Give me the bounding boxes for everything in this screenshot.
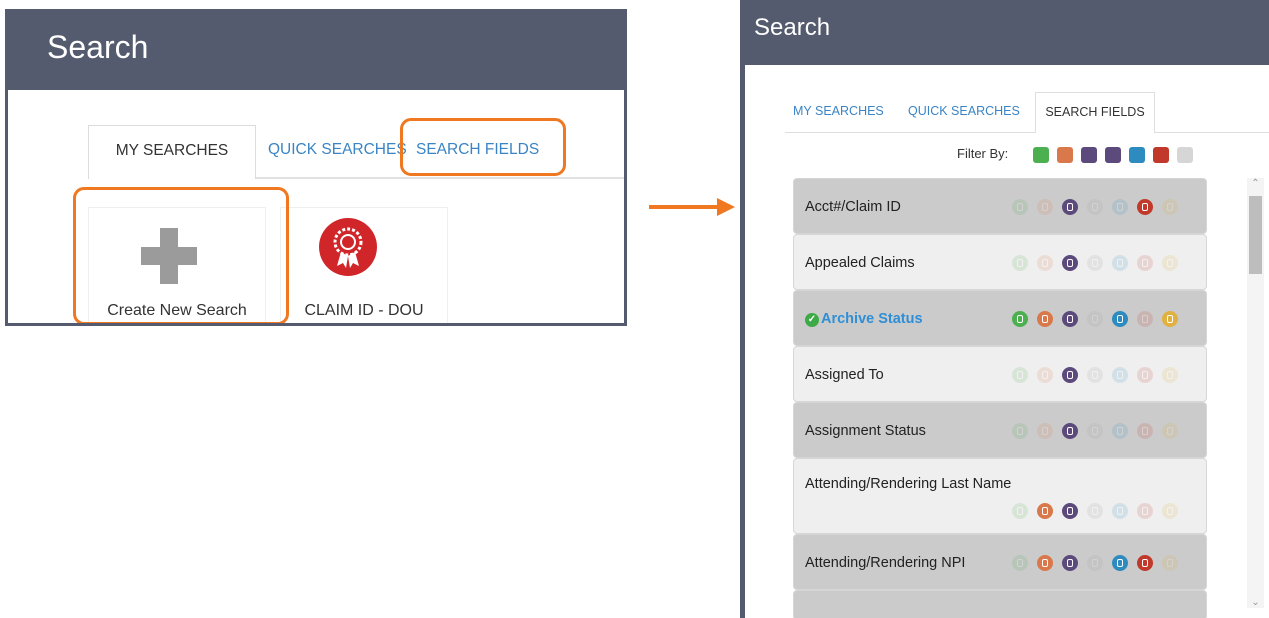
- check-icon[interactable]: [1033, 147, 1049, 163]
- check-light-icon: [1162, 423, 1178, 439]
- folder-blue-icon: [1112, 367, 1128, 383]
- clipboard-icon[interactable]: [1105, 147, 1121, 163]
- scroll-down-icon[interactable]: ⌄: [1247, 597, 1264, 608]
- folder-icon: [1037, 555, 1053, 571]
- document-icon: [1062, 311, 1078, 327]
- folder-blue-icon: [1112, 311, 1128, 327]
- arrow-icon: [649, 205, 719, 209]
- folder-icon[interactable]: [1057, 147, 1073, 163]
- my-searches-panel: Search MY SEARCHES QUICK SEARCHES SEARCH…: [5, 9, 627, 326]
- scrollbar-thumb[interactable]: [1249, 196, 1262, 274]
- filter-label: Filter By:: [957, 146, 1009, 161]
- folder-icon: [1037, 311, 1053, 327]
- dollar-icon: [1137, 367, 1153, 383]
- create-new-search-highlight: [73, 187, 289, 323]
- search-field-row[interactable]: Attending/Rendering Last Name: [793, 458, 1207, 534]
- search-field-label: ✓ Archive Status: [805, 311, 923, 327]
- check-light-icon: [1162, 367, 1178, 383]
- document-icon: [1062, 255, 1078, 271]
- saved-search-tile[interactable]: CLAIM ID - DOU: [280, 207, 448, 323]
- clipboard-icon: [1087, 423, 1103, 439]
- check-light-icon: [1162, 255, 1178, 271]
- check-icon: [1012, 199, 1028, 215]
- clipboard-icon: [1087, 503, 1103, 519]
- dollar-icon: [1137, 311, 1153, 327]
- clipboard-icon: [1087, 555, 1103, 571]
- check-icon: [1012, 423, 1028, 439]
- document-icon[interactable]: [1081, 147, 1097, 163]
- folder-blue-icon: [1112, 503, 1128, 519]
- search-field-label: Appealed Claims: [805, 255, 915, 271]
- document-icon: [1062, 199, 1078, 215]
- dollar-icon: [1137, 503, 1153, 519]
- search-field-label: Acct#/Claim ID: [805, 199, 901, 215]
- document-icon: [1062, 423, 1078, 439]
- search-field-row[interactable]: Attending/Rendering NPI: [793, 534, 1207, 590]
- selected-check-icon: ✓: [805, 313, 819, 327]
- clipboard-icon: [1087, 367, 1103, 383]
- scroll-up-icon[interactable]: ⌃: [1247, 178, 1264, 189]
- folder-blue-icon: [1112, 423, 1128, 439]
- search-field-label: Attending/Rendering Last Name: [805, 476, 1012, 492]
- tab-quick-searches[interactable]: QUICK SEARCHES: [268, 125, 407, 177]
- search-field-label: Assigned To: [805, 367, 884, 383]
- folder-icon: [1037, 503, 1053, 519]
- dollar-icon: [1137, 555, 1153, 571]
- page-title: Search: [745, 0, 1269, 65]
- document-icon: [1062, 555, 1078, 571]
- dollar-icon: [1137, 199, 1153, 215]
- search-field-row[interactable]: Appealed Claims: [793, 234, 1207, 290]
- folder-blue-icon: [1112, 555, 1128, 571]
- check-icon: [1012, 503, 1028, 519]
- check-icon: [1012, 255, 1028, 271]
- award-ribbon-icon: [319, 218, 377, 276]
- tab-my-searches[interactable]: MY SEARCHES: [88, 125, 256, 179]
- arrow-head-icon: [717, 198, 735, 216]
- check-icon: [1012, 367, 1028, 383]
- scrollbar[interactable]: ⌃ ⌄: [1247, 178, 1264, 608]
- search-fields-panel: Search MY SEARCHES QUICK SEARCHES SEARCH…: [740, 0, 1269, 618]
- dollar-icon[interactable]: [1153, 147, 1169, 163]
- check-light-icon: [1162, 199, 1178, 215]
- search-field-label: Assignment Status: [805, 423, 926, 439]
- page-title: Search: [8, 12, 624, 90]
- dollar-icon: [1137, 423, 1153, 439]
- search-field-row[interactable]: Acct#/Claim ID: [793, 178, 1207, 234]
- check-light-icon: [1162, 311, 1178, 327]
- search-tabs: MY SEARCHES QUICK SEARCHES SEARCH FIELDS: [785, 92, 1269, 133]
- check-icon: [1012, 311, 1028, 327]
- filter-bar: Filter By:: [785, 145, 1217, 165]
- dollar-icon: [1137, 255, 1153, 271]
- folder-icon: [1037, 423, 1053, 439]
- clipboard-icon: [1087, 311, 1103, 327]
- folder-blue-icon[interactable]: [1129, 147, 1145, 163]
- folder-icon: [1037, 255, 1053, 271]
- folder-blue-icon: [1112, 199, 1128, 215]
- search-field-label: Attending/Rendering NPI: [805, 555, 966, 571]
- check-icon: [1012, 555, 1028, 571]
- search-field-row[interactable]: Assignment Status: [793, 402, 1207, 458]
- clipboard-icon: [1087, 255, 1103, 271]
- folder-blue-icon: [1112, 255, 1128, 271]
- check-light-icon: [1162, 503, 1178, 519]
- clipboard-icon: [1087, 199, 1103, 215]
- check-light-icon: [1162, 555, 1178, 571]
- folder-icon: [1037, 199, 1053, 215]
- search-field-row[interactable]: ✓ Archive Status: [793, 290, 1207, 346]
- tab-quick-searches[interactable]: QUICK SEARCHES: [908, 92, 1020, 132]
- search-fields-highlight: [400, 118, 566, 176]
- search-field-row[interactable]: [793, 590, 1207, 618]
- folder-icon: [1037, 367, 1053, 383]
- tile-label: CLAIM ID - DOU: [304, 302, 424, 319]
- search-field-row[interactable]: Assigned To: [793, 346, 1207, 402]
- document-icon: [1062, 503, 1078, 519]
- check-light-icon[interactable]: [1177, 147, 1193, 163]
- document-icon: [1062, 367, 1078, 383]
- tab-search-fields[interactable]: SEARCH FIELDS: [1035, 92, 1155, 133]
- tab-my-searches[interactable]: MY SEARCHES: [793, 92, 884, 132]
